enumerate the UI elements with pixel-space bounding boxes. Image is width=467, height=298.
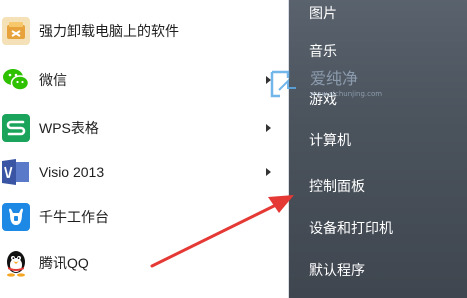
submenu-arrow-icon xyxy=(266,124,271,132)
app-label: 微信 xyxy=(39,72,67,88)
svg-text:www.aichunjing.com: www.aichunjing.com xyxy=(310,90,382,98)
app-item-wechat[interactable]: 微信 xyxy=(0,58,288,102)
app-item-qq[interactable]: 腾讯QQ xyxy=(0,241,288,285)
all-programs-list: 强力卸载电脑上的软件 微信 WPS表格 Visio 2013 千牛工作台 腾讯Q… xyxy=(0,0,289,298)
app-label: 强力卸载电脑上的软件 xyxy=(39,23,179,39)
app-item-uninstaller[interactable]: 强力卸载电脑上的软件 xyxy=(0,9,288,53)
menu-item-pictures[interactable]: 图片 xyxy=(309,3,337,23)
app-label: 腾讯QQ xyxy=(39,255,89,271)
svg-text:爱纯净: 爱纯净 xyxy=(310,69,358,88)
app-label: 千牛工作台 xyxy=(39,209,109,225)
uninstaller-icon xyxy=(2,17,30,45)
menu-item-music[interactable]: 音乐 xyxy=(309,41,337,61)
app-item-wps-spreadsheet[interactable]: WPS表格 xyxy=(0,106,288,150)
app-label: Visio 2013 xyxy=(39,164,105,180)
menu-item-computer[interactable]: 计算机 xyxy=(309,130,351,150)
wechat-icon xyxy=(2,66,30,94)
submenu-arrow-icon xyxy=(266,168,271,176)
app-label: WPS表格 xyxy=(39,120,99,136)
visio-icon xyxy=(2,158,30,186)
menu-item-devices-printers[interactable]: 设备和打印机 xyxy=(309,218,393,238)
start-menu-right-pane: 图片 音乐 游戏 计算机 控制面板 设备和打印机 默认程序 xyxy=(289,0,467,298)
wps-spreadsheet-icon xyxy=(2,114,30,142)
menu-item-default-programs[interactable]: 默认程序 xyxy=(309,260,365,280)
app-item-qianniu[interactable]: 千牛工作台 xyxy=(0,195,288,239)
qq-penguin-icon xyxy=(2,249,30,277)
menu-item-control-panel[interactable]: 控制面板 xyxy=(309,176,365,196)
qianniu-icon xyxy=(2,203,30,231)
watermark-logo: 爱纯净 www.aichunjing.com xyxy=(270,69,382,98)
app-item-visio[interactable]: Visio 2013 xyxy=(0,150,288,194)
